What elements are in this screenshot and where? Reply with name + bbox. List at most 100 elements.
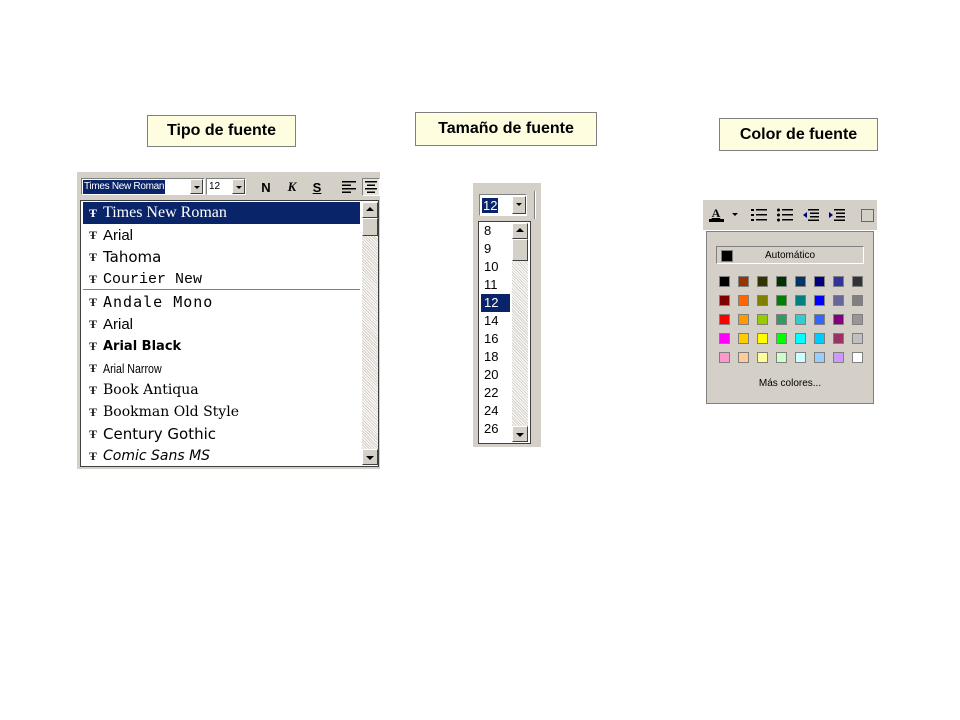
font-color-icon[interactable]: A (706, 206, 726, 224)
font-list-item[interactable]: Ŧ Book Antiqua (83, 379, 360, 401)
color-swatch[interactable] (719, 314, 730, 325)
color-swatch[interactable] (795, 352, 806, 363)
font-list-item[interactable]: Ŧ Comic Sans MS (83, 445, 360, 466)
color-swatch[interactable] (757, 314, 768, 325)
color-swatch[interactable] (795, 295, 806, 306)
formatting-toolbar: Times New Roman 12 N K S (77, 172, 380, 200)
color-swatch[interactable] (852, 276, 863, 287)
color-swatch[interactable] (814, 295, 825, 306)
color-swatch[interactable] (776, 295, 787, 306)
font-list-scrollbar[interactable] (362, 202, 378, 465)
color-swatch[interactable] (814, 314, 825, 325)
size-list-scrollbar[interactable] (512, 223, 528, 442)
italic-button[interactable]: K (281, 178, 303, 196)
truetype-icon: Ŧ (88, 316, 97, 331)
font-list-item[interactable]: Ŧ Courier New (83, 268, 360, 290)
color-swatch[interactable] (757, 352, 768, 363)
color-swatch[interactable] (757, 295, 768, 306)
size-list-item[interactable]: 11 (481, 276, 510, 294)
bulleted-list-icon[interactable] (775, 206, 795, 224)
truetype-icon: Ŧ (88, 294, 97, 309)
font-list-item[interactable]: Ŧ Andale Mono (83, 291, 360, 313)
font-size-list[interactable]: 8 9 10 11 12 14 16 18 20 22 24 26 (478, 221, 531, 444)
font-list-item[interactable]: Ŧ Arial Narrow (83, 357, 360, 379)
font-panel: Times New Roman 12 N K S Ŧ Times New Rom… (77, 172, 380, 469)
font-list-item[interactable]: Ŧ Times New Roman (83, 202, 360, 224)
color-swatch[interactable] (833, 352, 844, 363)
scroll-up-button[interactable] (362, 202, 378, 218)
color-swatch[interactable] (738, 352, 749, 363)
color-swatch[interactable] (757, 333, 768, 344)
align-center-icon[interactable] (362, 178, 380, 196)
color-swatch[interactable] (833, 276, 844, 287)
size-list-item[interactable]: 20 (481, 366, 510, 384)
size-list-item[interactable]: 26 (481, 420, 510, 438)
align-left-icon[interactable] (338, 178, 360, 196)
font-list-item[interactable]: Ŧ Arial Black (83, 335, 360, 357)
font-item-label: Arial (103, 226, 134, 244)
scroll-thumb[interactable] (512, 239, 528, 261)
color-swatch[interactable] (852, 314, 863, 325)
color-swatch[interactable] (852, 295, 863, 306)
font-size-dropdown-button-small[interactable] (232, 179, 245, 194)
font-list[interactable]: Ŧ Times New Roman Ŧ Arial Ŧ Tahoma Ŧ Cou… (80, 200, 379, 467)
scroll-down-button[interactable] (512, 426, 528, 442)
color-swatch[interactable] (833, 295, 844, 306)
color-swatch[interactable] (833, 314, 844, 325)
color-swatch[interactable] (719, 295, 730, 306)
size-list-item[interactable]: 12 (481, 294, 510, 312)
increase-indent-icon[interactable] (827, 206, 847, 224)
font-list-item[interactable]: Ŧ Tahoma (83, 246, 360, 268)
color-swatch[interactable] (814, 276, 825, 287)
color-swatch[interactable] (738, 314, 749, 325)
size-list-item[interactable]: 16 (481, 330, 510, 348)
color-swatch[interactable] (719, 276, 730, 287)
scroll-up-button[interactable] (512, 223, 528, 239)
font-list-item[interactable]: Ŧ Century Gothic (83, 423, 360, 445)
color-swatch[interactable] (795, 276, 806, 287)
size-list-item[interactable]: 22 (481, 384, 510, 402)
color-swatch[interactable] (738, 295, 749, 306)
size-list-item[interactable]: 14 (481, 312, 510, 330)
color-swatch[interactable] (833, 333, 844, 344)
border-icon[interactable] (857, 206, 877, 224)
font-list-item[interactable]: Ŧ Arial (83, 313, 360, 335)
size-list-item[interactable]: 10 (481, 258, 510, 276)
size-list-item[interactable]: 8 (481, 222, 510, 240)
font-list-item[interactable]: Ŧ Arial (83, 224, 360, 246)
font-size-dropdown-button[interactable] (512, 196, 526, 214)
color-swatch[interactable] (852, 352, 863, 363)
color-swatch[interactable] (757, 276, 768, 287)
color-swatch[interactable] (795, 314, 806, 325)
bold-button[interactable]: N (255, 178, 277, 196)
color-swatch[interactable] (719, 352, 730, 363)
color-swatch[interactable] (814, 352, 825, 363)
color-swatch[interactable] (852, 333, 863, 344)
color-swatch[interactable] (719, 333, 730, 344)
size-list-item[interactable]: 24 (481, 402, 510, 420)
font-name-dropdown-button[interactable] (190, 179, 203, 194)
font-list-item[interactable]: Ŧ Bookman Old Style (83, 401, 360, 423)
font-size-value-small: 12 (209, 181, 221, 192)
color-swatch[interactable] (795, 333, 806, 344)
color-swatch[interactable] (776, 333, 787, 344)
color-swatch[interactable] (738, 333, 749, 344)
font-color-dropdown-button[interactable] (729, 207, 739, 223)
color-swatch[interactable] (776, 314, 787, 325)
truetype-icon: Ŧ (88, 205, 97, 220)
color-swatch[interactable] (776, 276, 787, 287)
color-swatch[interactable] (738, 276, 749, 287)
font-name-combobox[interactable]: Times New Roman (81, 178, 205, 195)
scroll-thumb[interactable] (362, 218, 378, 236)
color-swatch[interactable] (776, 352, 787, 363)
underline-button[interactable]: S (306, 178, 328, 196)
scroll-down-button[interactable] (362, 449, 378, 465)
font-item-label: Comic Sans MS (103, 448, 211, 464)
size-list-item[interactable]: 18 (481, 348, 510, 366)
size-list-item[interactable]: 9 (481, 240, 510, 258)
decrease-indent-icon[interactable] (801, 206, 821, 224)
numbered-list-icon[interactable] (749, 206, 769, 224)
automatic-color-button[interactable]: Automático (716, 246, 864, 264)
more-colors-button[interactable]: Más colores... (707, 378, 873, 389)
color-swatch[interactable] (814, 333, 825, 344)
